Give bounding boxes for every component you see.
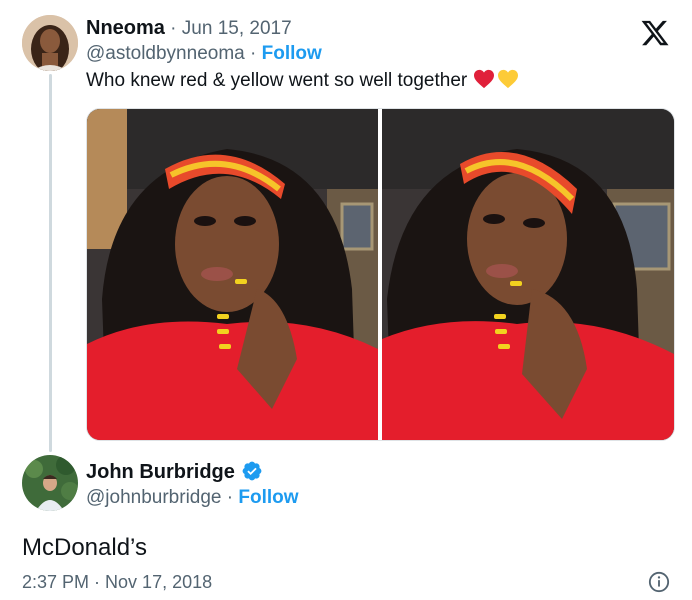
follow-separator: · xyxy=(244,43,262,64)
avatar-john[interactable] xyxy=(22,455,78,511)
author-handle[interactable]: @astoldbynneoma xyxy=(86,43,245,64)
red-heart-icon xyxy=(473,69,495,97)
reply-handle-row: @johnburbridge · Follow xyxy=(86,486,299,510)
author-name[interactable]: Nneoma xyxy=(86,17,165,39)
photo-2-image xyxy=(382,109,674,440)
yellow-heart-icon xyxy=(497,69,519,97)
follow-button[interactable]: Follow xyxy=(262,43,322,64)
reply-author-handle[interactable]: @johnburbridge xyxy=(86,487,222,508)
reply-text: McDonald’s xyxy=(22,534,147,561)
verified-badge-icon xyxy=(241,460,263,487)
reply-date: Nov 17, 2018 xyxy=(105,572,213,592)
avatar-nneoma-image xyxy=(22,15,78,71)
tweet-media[interactable] xyxy=(86,108,675,441)
thread-connector xyxy=(49,74,52,452)
tweet-handle-row: @astoldbynneoma · Follow xyxy=(86,42,322,66)
reply-author-name[interactable]: John Burbridge xyxy=(86,461,235,483)
photo-1[interactable] xyxy=(87,109,378,440)
tweet-text: Who knew red & yellow went so well toget… xyxy=(86,68,519,97)
tweet-header: Nneoma · Jun 15, 2017 xyxy=(86,16,292,40)
x-logo-icon[interactable] xyxy=(640,18,670,48)
info-icon[interactable] xyxy=(648,571,670,598)
reply-time-separator: · xyxy=(89,572,106,592)
reply-follow-separator: · xyxy=(221,487,239,508)
photo-1-image xyxy=(87,109,378,440)
reply-follow-button[interactable]: Follow xyxy=(238,487,298,508)
reply-timestamp[interactable]: 2:37 PM · Nov 17, 2018 xyxy=(22,570,212,594)
tweet-date[interactable]: Jun 15, 2017 xyxy=(182,18,292,39)
avatar-john-image xyxy=(22,455,78,511)
photo-2[interactable] xyxy=(382,109,674,440)
reply-header: John Burbridge xyxy=(86,460,263,487)
tweet-text-content: Who knew red & yellow went so well toget… xyxy=(86,70,468,91)
reply-time: 2:37 PM xyxy=(22,572,90,592)
date-separator: · xyxy=(164,18,182,39)
avatar-nneoma[interactable] xyxy=(22,15,78,71)
